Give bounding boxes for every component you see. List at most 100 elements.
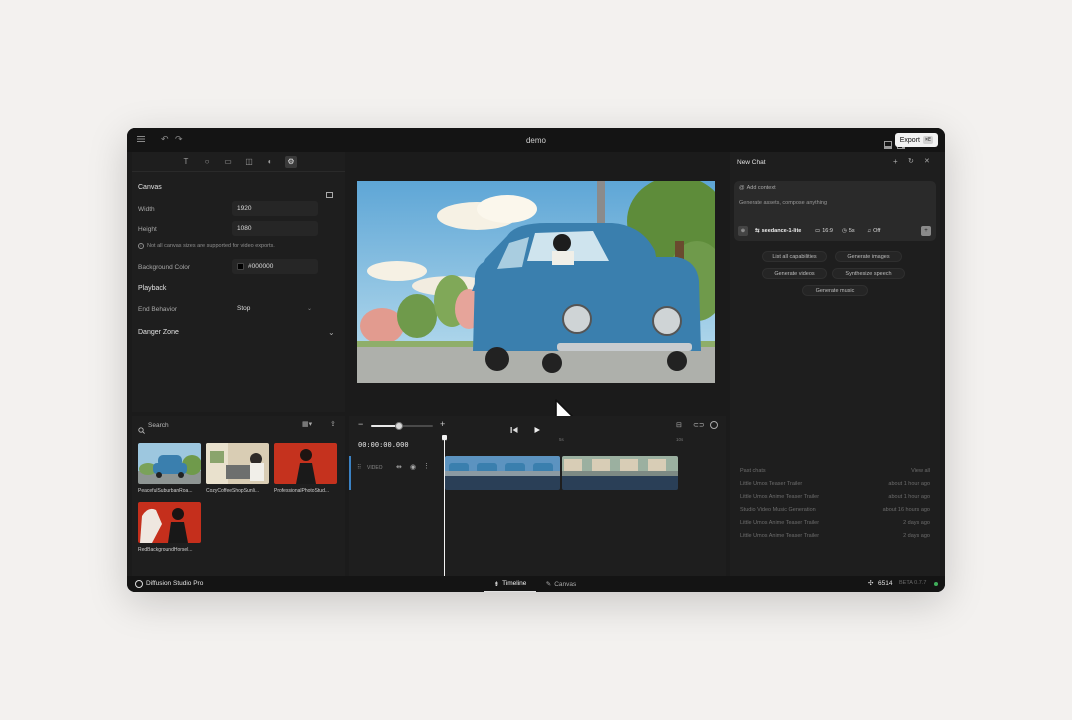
width-label: Width bbox=[138, 206, 155, 213]
media-thumb-horse[interactable] bbox=[138, 502, 201, 543]
chat-panel: New Chat + ↻ ✕ @ Add context Generate as… bbox=[730, 152, 940, 576]
tool-bar: T ○ ▭ ◫ ◐ ⚙ bbox=[132, 152, 345, 172]
action-chip-list-capabilities[interactable]: List all capabilities bbox=[762, 251, 827, 262]
chat-title: New Chat bbox=[737, 159, 766, 166]
grid-view-icon[interactable]: ▦▾ bbox=[302, 420, 312, 428]
video-preview[interactable] bbox=[357, 181, 715, 383]
send-button[interactable]: + bbox=[921, 226, 931, 236]
tab-canvas[interactable]: ✎ Canvas bbox=[541, 576, 581, 592]
width-input[interactable]: 1920 bbox=[232, 201, 318, 216]
close-icon[interactable]: ✕ bbox=[924, 157, 930, 165]
past-chat-item[interactable]: Studio Video Music Generation about 16 h… bbox=[740, 507, 930, 513]
past-chat-time: about 1 hour ago bbox=[888, 481, 930, 487]
action-chip-generate-videos[interactable]: Generate videos bbox=[762, 268, 827, 279]
media-label: ProfessionalPhotoStud... bbox=[274, 488, 330, 494]
chevron-down-icon: ⌄ bbox=[306, 306, 312, 312]
track-label: VIDEO bbox=[367, 465, 383, 471]
danger-chevron-icon[interactable]: ⌄ bbox=[328, 328, 335, 337]
media-label: PeacefulSuburbanRoa... bbox=[138, 488, 193, 494]
ruler-tick-label: 5s bbox=[559, 437, 564, 442]
record-icon[interactable] bbox=[710, 421, 718, 429]
zoom-out-icon[interactable]: − bbox=[358, 419, 363, 429]
end-behavior-select[interactable]: Stop ⌄ bbox=[232, 301, 318, 316]
clock-icon: ◷ bbox=[842, 228, 847, 234]
filter-tool-icon[interactable]: ◐ bbox=[264, 156, 276, 168]
zoom-slider-knob[interactable] bbox=[394, 422, 403, 430]
more-icon[interactable]: ⋮ bbox=[423, 462, 430, 470]
past-chats-title: Past chats bbox=[740, 468, 766, 474]
bg-color-label: Background Color bbox=[138, 264, 191, 271]
ruler: 0s 5s 10s bbox=[442, 437, 726, 449]
media-label: CozyCoffeeShopSunli... bbox=[206, 488, 259, 494]
split-icon[interactable]: ⊟ bbox=[676, 421, 682, 429]
past-chat-time: 2 days ago bbox=[903, 533, 930, 539]
credits-icon: ✣ bbox=[868, 580, 874, 587]
video-tool-icon[interactable]: ◫ bbox=[243, 156, 255, 168]
playhead-handle[interactable] bbox=[442, 435, 447, 440]
link-icon[interactable]: ⊂⊃ bbox=[693, 421, 705, 429]
shape-tool-icon[interactable]: ○ bbox=[201, 156, 213, 168]
new-chat-icon[interactable]: + bbox=[893, 157, 898, 166]
chip-label: Generate videos bbox=[774, 270, 815, 277]
export-button[interactable]: Export ⌘E bbox=[894, 133, 938, 147]
tab-timeline-label: Timeline bbox=[502, 580, 527, 587]
past-chat-item[interactable]: Little Umos Anime Teaser Trailer 2 days … bbox=[740, 520, 930, 526]
audio-value: Off bbox=[873, 228, 881, 234]
upload-icon[interactable]: ⇪ bbox=[330, 420, 336, 428]
past-chat-time: 2 days ago bbox=[903, 520, 930, 526]
height-input[interactable]: 1080 bbox=[232, 221, 318, 236]
drag-handle-icon[interactable]: ⠿ bbox=[357, 464, 361, 471]
view-all-link[interactable]: View all bbox=[911, 468, 930, 474]
model-select[interactable]: ⇆ seedance-1-lite bbox=[755, 228, 801, 234]
action-chip-synthesize-speech[interactable]: Synthesize speech bbox=[832, 268, 905, 279]
bg-color-input[interactable]: #000000 bbox=[232, 259, 318, 274]
color-swatch[interactable] bbox=[237, 263, 244, 270]
add-context-button[interactable]: @ Add context bbox=[739, 185, 776, 191]
playhead[interactable] bbox=[442, 435, 447, 576]
past-chat-time: about 1 hour ago bbox=[888, 494, 930, 500]
past-chats-header: Past chats View all bbox=[740, 468, 930, 474]
menu-icon[interactable] bbox=[137, 135, 145, 145]
settings-tool-icon[interactable]: ⚙ bbox=[285, 155, 297, 168]
bg-color-value: #000000 bbox=[248, 263, 274, 270]
media-tool-icon[interactable]: ▭ bbox=[222, 156, 234, 168]
preview-area bbox=[349, 152, 726, 431]
media-thumb-car[interactable] bbox=[138, 443, 201, 484]
action-chip-generate-music[interactable]: Generate music bbox=[802, 285, 868, 296]
attach-icon[interactable]: ⊕ bbox=[738, 226, 748, 236]
action-chip-generate-images[interactable]: Generate images bbox=[835, 251, 902, 262]
media-label: RedBackgroundHorsel... bbox=[138, 547, 193, 553]
zoom-in-icon[interactable]: + bbox=[440, 419, 445, 429]
timeline-panel: − + ⊟ ⊂⊃ 00:00:00.000 0s 5s 10s ⠿ VIDEO … bbox=[349, 416, 726, 576]
canvas-toggle-icon[interactable] bbox=[326, 185, 333, 203]
title-bar: ↶ ↷ demo Export ⌘E bbox=[127, 128, 945, 152]
video-clip[interactable] bbox=[562, 456, 678, 490]
past-chat-name: Little Umos Anime Teaser Trailer bbox=[740, 494, 820, 500]
text-tool-icon[interactable]: T bbox=[180, 156, 192, 168]
past-chat-item[interactable]: Little Umos Anime Teaser Trailer 2 days … bbox=[740, 533, 930, 539]
search-input[interactable]: Search bbox=[148, 422, 169, 429]
redo-icon[interactable]: ↷ bbox=[175, 134, 183, 145]
credits-count: 6514 bbox=[878, 580, 893, 587]
model-icon: ⇆ bbox=[755, 228, 760, 234]
eye-icon[interactable]: ◉ bbox=[410, 463, 416, 471]
duration-select[interactable]: ◷ 5s bbox=[842, 228, 855, 234]
zoom-slider[interactable] bbox=[371, 422, 433, 430]
height-label: Height bbox=[138, 226, 157, 233]
undo-icon[interactable]: ↶ bbox=[161, 134, 169, 145]
brand-logo-icon bbox=[135, 580, 143, 588]
history-icon[interactable]: ↻ bbox=[908, 157, 914, 165]
media-thumb-coffee[interactable] bbox=[206, 443, 269, 484]
past-chat-name: Little Umos Anime Teaser Trailer bbox=[740, 520, 820, 526]
audio-select[interactable]: ♫ Off bbox=[867, 228, 880, 234]
video-clip[interactable] bbox=[445, 456, 560, 490]
past-chat-item[interactable]: Little Umos Anime Teaser Trailer about 1… bbox=[740, 494, 930, 500]
tab-timeline[interactable]: ⇟ Timeline bbox=[484, 576, 536, 592]
media-thumb-studio[interactable] bbox=[274, 443, 337, 484]
track-split-icon[interactable]: ⇹ bbox=[396, 463, 402, 471]
past-chat-item[interactable]: Little Umos Teaser Trailer about 1 hour … bbox=[740, 481, 930, 487]
duration-value: 5s bbox=[848, 228, 855, 234]
chat-input[interactable]: @ Add context Generate assets, compose a… bbox=[734, 181, 936, 241]
chip-label: Synthesize speech bbox=[845, 270, 892, 277]
ratio-select[interactable]: ▭ 16:9 bbox=[815, 228, 833, 234]
